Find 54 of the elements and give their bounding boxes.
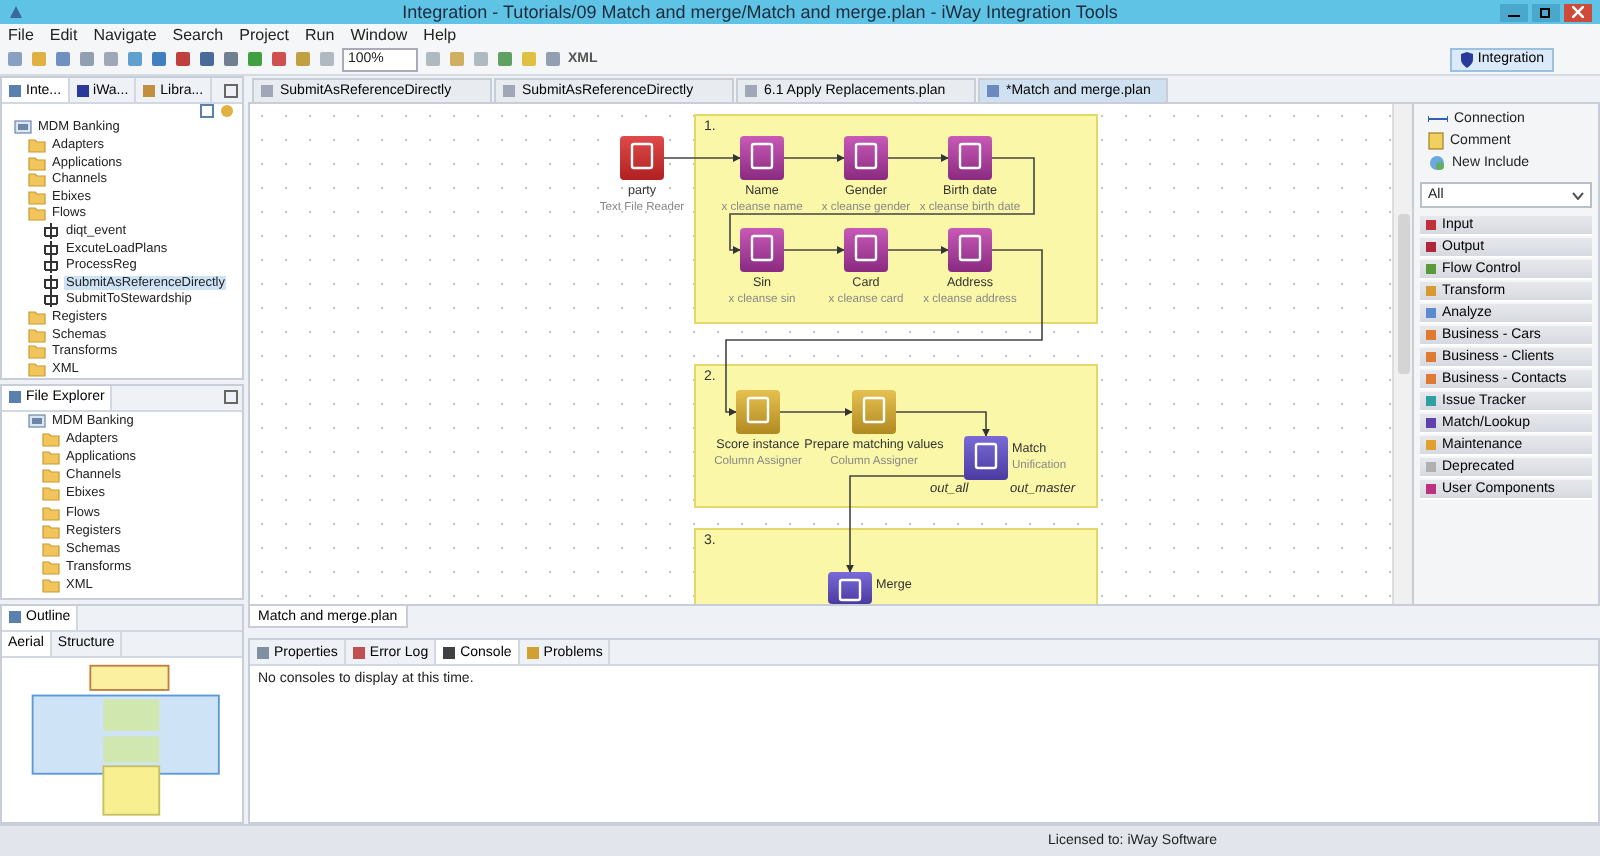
maximize-icon xyxy=(224,390,238,405)
restore-icon xyxy=(1540,6,1552,18)
menu-item[interactable]: File xyxy=(8,25,34,43)
node-icon xyxy=(740,228,784,272)
flow-icon xyxy=(42,239,60,258)
tab-icon xyxy=(8,83,22,97)
close-icon xyxy=(1572,6,1584,18)
node-icon xyxy=(852,390,896,434)
tab-icon xyxy=(442,645,457,659)
connection-icon xyxy=(1428,111,1448,125)
tab-icon xyxy=(256,645,270,659)
flow-icon xyxy=(42,256,60,275)
flow-icon xyxy=(42,221,60,240)
file-icon xyxy=(744,84,758,98)
menu-item[interactable]: Project xyxy=(239,25,290,43)
tab-icon xyxy=(525,645,540,659)
menu-item[interactable]: Edit xyxy=(49,25,78,43)
menu-item[interactable]: Help xyxy=(423,25,457,43)
restore-button[interactable] xyxy=(1532,3,1560,21)
tab-icon xyxy=(8,390,22,405)
scrollbar[interactable] xyxy=(1392,104,1412,604)
tab-icon xyxy=(351,645,366,659)
node-icon xyxy=(844,136,888,180)
file-icon xyxy=(502,84,516,98)
close-button[interactable] xyxy=(1564,3,1592,21)
project-icon xyxy=(28,411,46,430)
app-icon xyxy=(8,4,24,20)
tab-icon xyxy=(142,83,157,97)
node-icon xyxy=(844,228,888,272)
tab-icon xyxy=(8,610,22,625)
menu-item[interactable]: Run xyxy=(305,25,335,43)
connector-arrow xyxy=(846,475,965,573)
node-icon xyxy=(736,390,780,434)
node-icon xyxy=(964,436,1008,480)
node-icon xyxy=(740,136,784,180)
tab-icon xyxy=(75,83,90,97)
project-icon xyxy=(14,118,32,137)
note-icon xyxy=(1428,131,1444,149)
node-icon xyxy=(948,228,992,272)
maximize-icon xyxy=(224,83,238,97)
menu-item[interactable]: Navigate xyxy=(93,25,157,43)
node-icon xyxy=(620,136,664,180)
shield-icon xyxy=(1459,51,1474,67)
window-title: Integration - Tutorials/09 Match and merge/Match and merge.plan - iWay Integration Tools xyxy=(400,2,1120,22)
flow-icon xyxy=(42,273,60,292)
file-icon xyxy=(986,84,1000,98)
menu-item[interactable]: Search xyxy=(172,25,224,43)
minimize-button[interactable] xyxy=(1500,3,1528,21)
include-icon xyxy=(1428,153,1446,171)
menu-item[interactable]: Window xyxy=(350,25,408,43)
node-icon xyxy=(948,136,992,180)
chevron-down-icon xyxy=(1572,191,1584,199)
flow-icon xyxy=(42,290,60,309)
file-icon xyxy=(260,84,274,98)
